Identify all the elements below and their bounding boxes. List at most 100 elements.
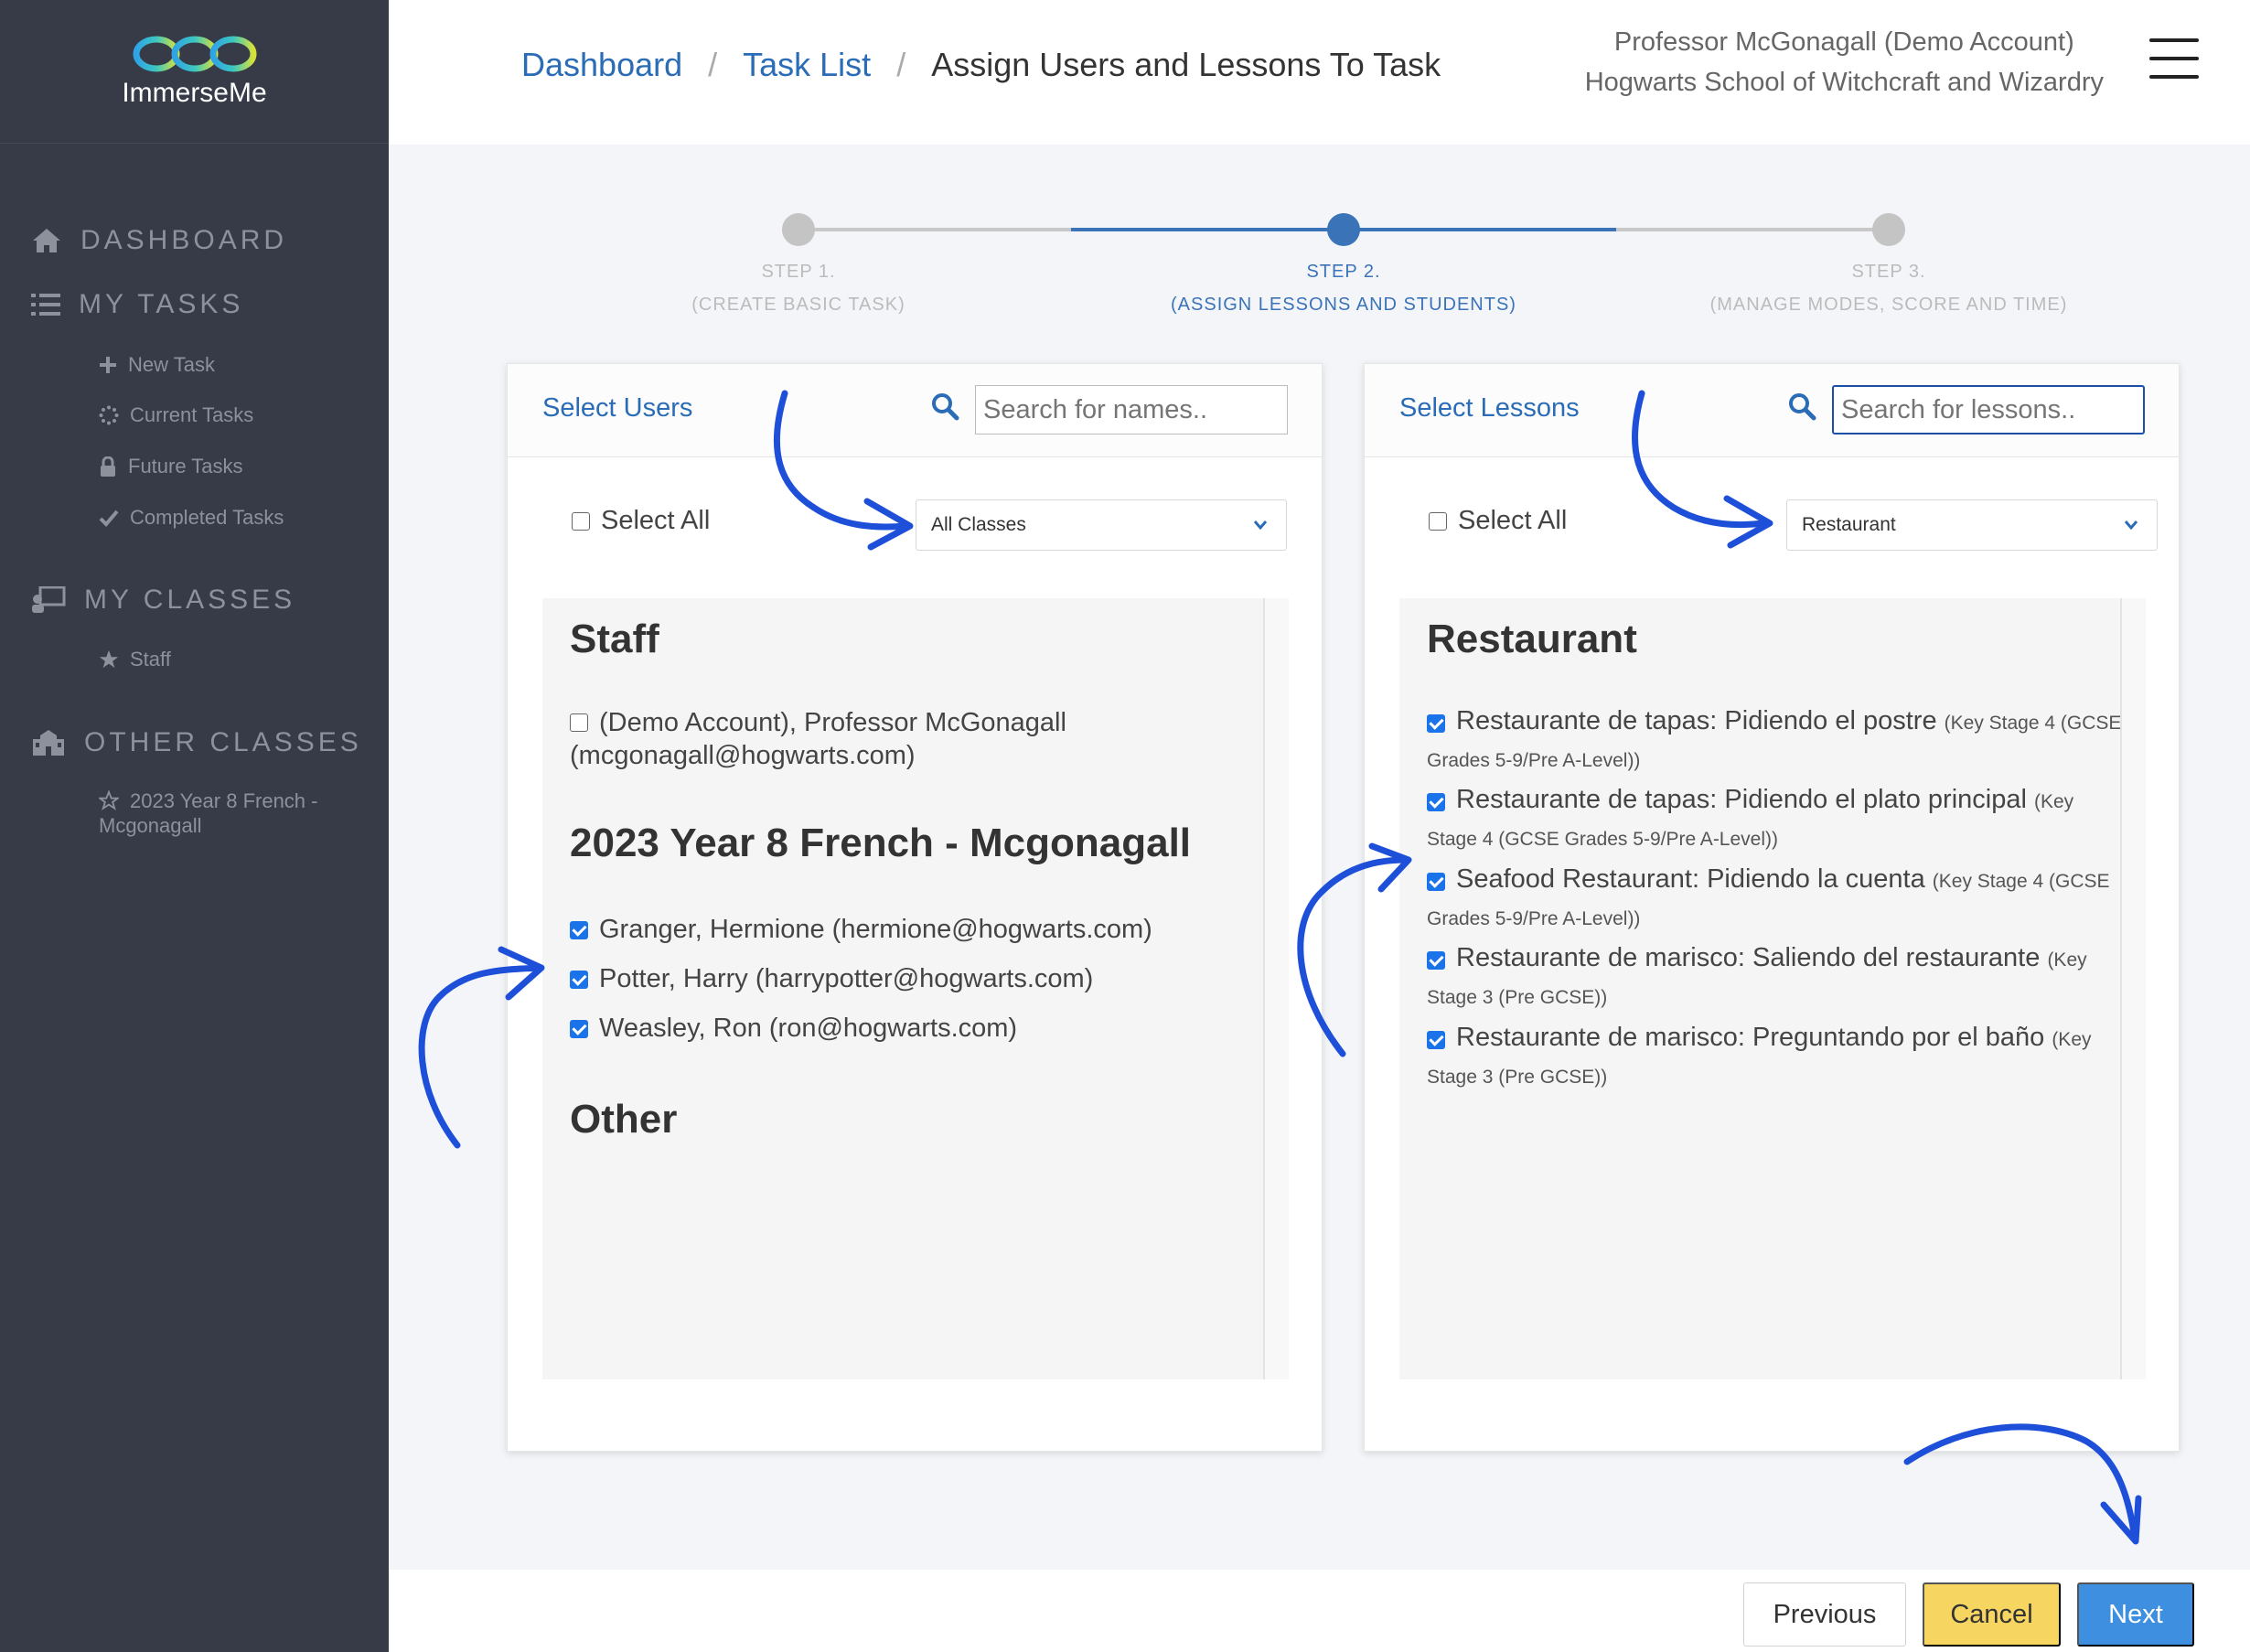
- sidebar-label: New Task: [128, 353, 215, 376]
- lesson-checkbox[interactable]: [1427, 793, 1445, 811]
- select-lessons-panel: Select Lessons Select All Restaurant Res…: [1364, 363, 2180, 1452]
- sidebar-item-new-task[interactable]: New Task: [99, 353, 215, 377]
- sidebar-label: Future Tasks: [128, 455, 243, 477]
- sidebar-item-other-classes[interactable]: OTHER CLASSES: [31, 727, 362, 758]
- user-label-line1: (Demo Account), Professor McGonagall: [599, 708, 1066, 737]
- sidebar-item-current-tasks[interactable]: Current Tasks: [99, 403, 253, 427]
- user-checkbox[interactable]: [570, 920, 588, 939]
- breadcrumb-task-list-link[interactable]: Task List: [743, 46, 871, 84]
- panel-title: Select Users: [542, 393, 693, 423]
- lesson-category-dropdown[interactable]: Restaurant: [1786, 499, 2158, 551]
- task-list-icon: [31, 294, 60, 316]
- sidebar-item-my-classes[interactable]: MY CLASSES: [31, 585, 295, 616]
- user-row[interactable]: Weasley, Ron (ron@hogwarts.com): [570, 1014, 1017, 1044]
- search-icon: [932, 393, 959, 421]
- user-label: Granger, Hermione (hermione@hogwarts.com…: [599, 915, 1152, 944]
- chevron-down-icon: [1253, 520, 1268, 531]
- next-button[interactable]: Next: [2077, 1582, 2194, 1647]
- breadcrumb-separator: /: [896, 46, 906, 83]
- school-name: Hogwarts School of Witchcraft and Wizard…: [1584, 68, 2104, 97]
- chevron-down-icon: [2124, 520, 2138, 531]
- step-3-label: STEP 3. (MANAGE MODES, SCORE AND TIME): [1651, 255, 2127, 321]
- lesson-row[interactable]: Restaurante de marisco: Preguntando por …: [1427, 1020, 2122, 1095]
- sidebar-label: Current Tasks: [130, 403, 254, 426]
- step-subtitle: (CREATE BASIC TASK): [691, 295, 905, 315]
- lesson-checkbox[interactable]: [1427, 951, 1445, 970]
- select-all-checkbox[interactable]: [1429, 511, 1447, 531]
- logo[interactable]: ImmerseMe: [0, 0, 389, 144]
- step-2-label: STEP 2. (ASSIGN LESSONS AND STUDENTS): [1106, 255, 1581, 321]
- panel-header: Select Lessons: [1365, 364, 2179, 457]
- plus-icon: [100, 357, 116, 373]
- checkmark-icon: [99, 510, 119, 527]
- lesson-row[interactable]: Restaurante de marisco: Saliendo del res…: [1427, 940, 2122, 1015]
- lesson-checkbox[interactable]: [1427, 1031, 1445, 1049]
- step-1-dot[interactable]: [782, 213, 815, 246]
- user-row[interactable]: (Demo Account), Professor McGonagall (mc…: [570, 706, 1228, 772]
- class-filter-dropdown[interactable]: All Classes: [916, 499, 1287, 551]
- infinity-logo-icon: [133, 36, 256, 72]
- user-checkbox[interactable]: [570, 1019, 588, 1038]
- sidebar-label: Staff: [130, 648, 171, 670]
- sidebar-item-year8-french[interactable]: 2023 Year 8 French - Mcgonagall: [99, 788, 317, 838]
- user-label: Weasley, Ron (ron@hogwarts.com): [599, 1014, 1018, 1043]
- stepper-line: [798, 228, 1071, 231]
- user-row[interactable]: Potter, Harry (harrypotter@hogwarts.com): [570, 964, 1093, 994]
- lesson-row[interactable]: Seafood Restaurant: Pidiendo la cuenta (…: [1427, 862, 2122, 937]
- select-users-panel: Select Users Select All All Classes Staf…: [507, 363, 1323, 1452]
- home-icon: [33, 229, 60, 252]
- scrollbar[interactable]: [2120, 598, 2146, 1379]
- scrollbar[interactable]: [1263, 598, 1289, 1379]
- sidebar-label: Completed Tasks: [130, 506, 284, 529]
- sidebar-label: 2023 Year 8 French - Mcgonagall: [99, 788, 318, 838]
- sidebar-label: MY TASKS: [79, 289, 244, 319]
- user-row[interactable]: Granger, Hermione (hermione@hogwarts.com…: [570, 915, 1152, 945]
- sidebar-label-line1: 2023 Year 8 French -: [130, 789, 318, 812]
- cancel-button[interactable]: Cancel: [1923, 1582, 2061, 1647]
- select-all-label: Select All: [601, 506, 711, 535]
- lesson-list: Restaurant Restaurante de tapas: Pidiend…: [1399, 598, 2146, 1379]
- step-2-dot[interactable]: [1327, 213, 1360, 246]
- lesson-name: Restaurante de marisco: Preguntando por …: [1456, 1023, 2045, 1052]
- lesson-row[interactable]: Restaurante de tapas: Pidiendo el postre…: [1427, 703, 2122, 778]
- header: Dashboard / Task List / Assign Users and…: [389, 0, 2250, 145]
- stepper-line: [1616, 228, 1889, 231]
- sidebar-item-future-tasks[interactable]: Future Tasks: [99, 455, 243, 478]
- hamburger-menu-icon[interactable]: [2149, 38, 2199, 79]
- breadcrumb-dashboard-link[interactable]: Dashboard: [521, 46, 682, 84]
- search-icon: [1789, 393, 1816, 421]
- step-3-dot[interactable]: [1872, 213, 1905, 246]
- sidebar-label-line2: Mcgonagall: [99, 814, 202, 837]
- step-subtitle: (ASSIGN LESSONS AND STUDENTS): [1171, 295, 1516, 315]
- group-title: Other: [570, 1097, 678, 1142]
- lesson-search-input[interactable]: [1832, 385, 2145, 434]
- user-label-line2: (mcgonagall@hogwarts.com): [570, 741, 916, 770]
- user-name: Professor McGonagall (Demo Account): [1613, 27, 2074, 57]
- user-label: Potter, Harry (harrypotter@hogwarts.com): [599, 964, 1094, 993]
- sidebar-item-staff[interactable]: Staff: [99, 648, 171, 671]
- logo-text: ImmerseMe: [122, 78, 267, 108]
- lesson-name: Seafood Restaurant: Pidiendo la cuenta: [1456, 864, 1925, 894]
- lesson-checkbox[interactable]: [1427, 714, 1445, 733]
- sidebar-label: DASHBOARD: [80, 225, 288, 255]
- sidebar-item-completed-tasks[interactable]: Completed Tasks: [99, 506, 284, 530]
- select-all-users[interactable]: Select All: [572, 506, 710, 536]
- star-icon: [99, 649, 119, 669]
- annotation-arrow-icon: [2100, 1495, 2142, 1545]
- user-search-input[interactable]: [975, 385, 1288, 434]
- previous-button[interactable]: Previous: [1743, 1582, 1906, 1647]
- select-all-lessons[interactable]: Select All: [1429, 506, 1567, 536]
- group-title: 2023 Year 8 French - Mcgonagall: [570, 821, 1192, 865]
- sidebar-item-my-tasks[interactable]: MY TASKS: [31, 289, 243, 320]
- select-all-checkbox[interactable]: [572, 511, 590, 531]
- user-checkbox[interactable]: [570, 713, 588, 732]
- lesson-row[interactable]: Restaurante de tapas: Pidiendo el plato …: [1427, 782, 2122, 857]
- sidebar-item-dashboard[interactable]: DASHBOARD: [31, 225, 287, 256]
- lesson-checkbox[interactable]: [1427, 873, 1445, 891]
- select-all-label: Select All: [1458, 506, 1568, 535]
- user-checkbox[interactable]: [570, 970, 588, 989]
- spinner-icon: [99, 405, 119, 425]
- group-title: Staff: [570, 617, 659, 661]
- page-title: Assign Users and Lessons To Task: [931, 46, 1441, 83]
- sidebar-label: MY CLASSES: [84, 585, 296, 615]
